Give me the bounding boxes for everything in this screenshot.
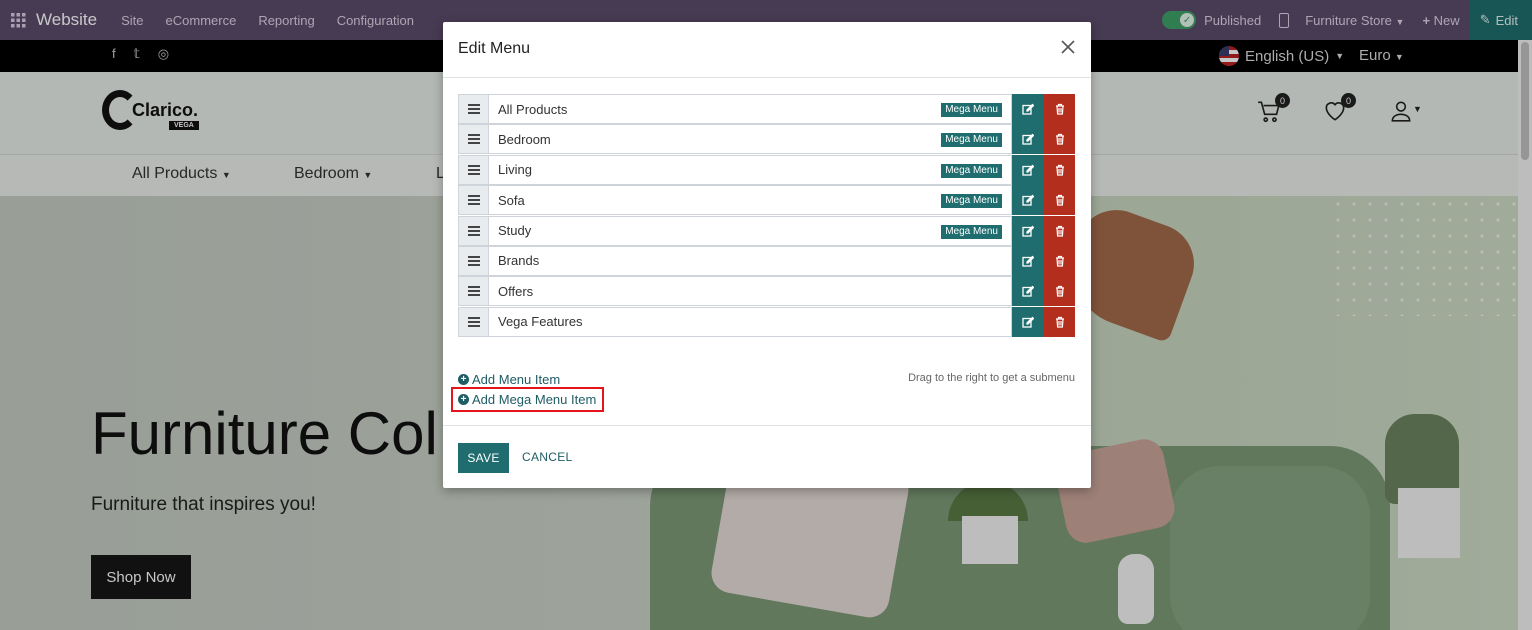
mega-menu-badge: Mega Menu — [941, 194, 1002, 209]
edit-icon — [1022, 225, 1034, 237]
trash-icon — [1054, 133, 1066, 145]
drag-handle-icon[interactable] — [458, 306, 489, 337]
menu-item-label: Bedroom — [498, 131, 551, 147]
edit-icon — [1022, 316, 1034, 328]
dialog-footer: SAVE CANCEL — [443, 425, 1091, 488]
menu-item-row[interactable]: Offers — [458, 276, 1075, 307]
mega-menu-badge: Mega Menu — [941, 103, 1002, 117]
add-mega-menu-item-link[interactable]: + Add Mega Menu Item — [458, 392, 596, 407]
dialog-title: Edit Menu — [458, 40, 531, 57]
delete-menu-item-button[interactable] — [1044, 154, 1075, 185]
menu-item-label: Vega Features — [498, 314, 583, 330]
menu-item-label: Offers — [498, 283, 534, 299]
drag-hint-text: Drag to the right to get a submenu — [908, 372, 1075, 384]
trash-icon — [1054, 285, 1066, 297]
delete-menu-item-button[interactable] — [1044, 94, 1075, 124]
edit-menu-item-button[interactable] — [1012, 154, 1044, 185]
delete-menu-item-button[interactable] — [1044, 245, 1075, 276]
trash-icon — [1054, 225, 1066, 237]
edit-icon — [1022, 194, 1034, 206]
edit-menu-item-button[interactable] — [1012, 245, 1044, 276]
menu-item-row[interactable]: Study Mega Menu — [458, 215, 1075, 246]
menu-item-row[interactable]: All Products Mega Menu — [458, 94, 1075, 124]
menu-item-label: Study — [498, 223, 532, 239]
edit-menu-item-button[interactable] — [1012, 124, 1044, 155]
edit-icon — [1022, 164, 1034, 176]
add-menu-item-link[interactable]: + Add Menu Item — [458, 372, 560, 387]
add-menu-item-label: Add Menu Item — [472, 372, 561, 387]
delete-menu-item-button[interactable] — [1044, 276, 1075, 307]
delete-menu-item-button[interactable] — [1044, 306, 1075, 337]
menu-items-list: All Products Mega Menu Bedroom Mega Menu Liv… — [458, 94, 1075, 337]
drag-handle-icon[interactable] — [458, 245, 489, 276]
edit-icon — [1022, 285, 1034, 297]
drag-handle-icon[interactable] — [458, 94, 489, 124]
menu-item-row[interactable]: Bedroom Mega Menu — [458, 124, 1075, 155]
edit-menu-item-button[interactable] — [1012, 306, 1044, 337]
mega-menu-badge: Mega Menu — [941, 224, 1002, 239]
drag-handle-icon[interactable] — [458, 215, 489, 246]
drag-handle-icon[interactable] — [458, 276, 489, 307]
edit-icon — [1022, 255, 1034, 267]
menu-item-label-box: Offers — [489, 276, 1012, 307]
menu-item-label: Sofa — [498, 192, 525, 208]
trash-icon — [1054, 164, 1066, 176]
delete-menu-item-button[interactable] — [1044, 215, 1075, 246]
trash-icon — [1054, 194, 1066, 206]
menu-item-label-box: Study Mega Menu — [489, 215, 1012, 246]
delete-menu-item-button[interactable] — [1044, 124, 1075, 155]
menu-item-label-box: Brands — [489, 245, 1012, 276]
edit-icon — [1022, 133, 1034, 146]
delete-menu-item-button[interactable] — [1044, 185, 1075, 216]
add-mega-menu-item-label: Add Mega Menu Item — [472, 392, 597, 407]
menu-item-row[interactable]: Living Mega Menu — [458, 154, 1075, 185]
menu-item-row[interactable]: Vega Features — [458, 306, 1075, 337]
plus-circle-icon: + — [458, 394, 469, 405]
menu-item-label-box: Bedroom Mega Menu — [489, 124, 1012, 155]
close-icon[interactable] — [1059, 38, 1077, 56]
edit-icon — [1022, 103, 1034, 115]
save-button[interactable]: SAVE — [458, 443, 509, 473]
edit-menu-item-button[interactable] — [1012, 185, 1044, 216]
drag-handle-icon[interactable] — [458, 185, 489, 216]
menu-item-label: Brands — [498, 253, 540, 269]
trash-icon — [1054, 103, 1066, 115]
menu-item-row[interactable]: Brands — [458, 245, 1075, 276]
cancel-button[interactable]: CANCEL — [522, 450, 572, 464]
edit-menu-item-button[interactable] — [1012, 94, 1044, 124]
menu-item-label-box: Living Mega Menu — [489, 154, 1012, 185]
edit-menu-dialog: Edit Menu All Products Mega Menu Bedroom Me… — [443, 22, 1091, 488]
mega-menu-badge: Mega Menu — [941, 163, 1002, 178]
menu-item-row[interactable]: Sofa Mega Menu — [458, 185, 1075, 216]
menu-item-label: All Products — [498, 101, 568, 117]
menu-item-label-box: Sofa Mega Menu — [489, 185, 1012, 216]
mega-menu-badge: Mega Menu — [941, 133, 1002, 148]
drag-handle-icon[interactable] — [458, 124, 489, 155]
trash-icon — [1054, 316, 1066, 328]
dialog-header: Edit Menu — [443, 22, 1091, 78]
menu-item-label-box: All Products Mega Menu — [489, 94, 1012, 124]
trash-icon — [1054, 255, 1066, 267]
edit-menu-item-button[interactable] — [1012, 215, 1044, 246]
menu-item-label: Living — [498, 162, 532, 178]
plus-circle-icon: + — [458, 374, 469, 385]
menu-item-label-box: Vega Features — [489, 306, 1012, 337]
drag-handle-icon[interactable] — [458, 154, 489, 185]
edit-menu-item-button[interactable] — [1012, 276, 1044, 307]
